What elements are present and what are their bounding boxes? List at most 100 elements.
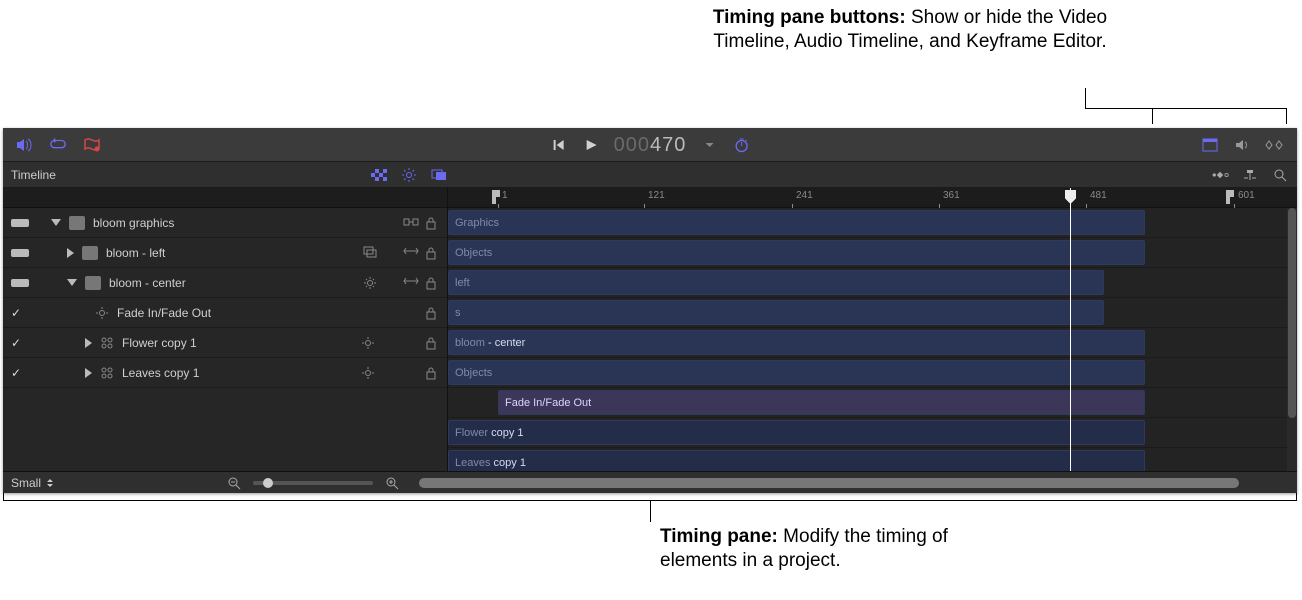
row-size-popup[interactable]: Small bbox=[11, 476, 55, 490]
annotation-top-title: Timing pane buttons: bbox=[713, 7, 906, 28]
gear-icon[interactable] bbox=[400, 166, 418, 184]
visibility-check-icon[interactable]: ✓ bbox=[11, 336, 25, 350]
range-start-marker[interactable] bbox=[492, 190, 500, 204]
play-icon[interactable] bbox=[582, 136, 600, 154]
keyframe-editor-icon[interactable] bbox=[1265, 136, 1283, 154]
keyframe-nav-icon[interactable] bbox=[1211, 166, 1229, 184]
track-row[interactable]: Objects bbox=[448, 238, 1287, 268]
layer-row-group[interactable]: bloom graphics bbox=[3, 208, 447, 238]
track-row[interactable]: Graphics bbox=[448, 208, 1287, 238]
visibility-toggle[interactable] bbox=[11, 249, 29, 257]
zoom-in-icon[interactable] bbox=[383, 474, 401, 492]
clip[interactable]: Leaves copy 1 bbox=[448, 450, 1145, 471]
timeline-tracks-area[interactable]: 1 121 241 361 481 601 Graphics Objects l… bbox=[448, 188, 1297, 471]
disclosure-triangle-icon[interactable] bbox=[67, 248, 74, 258]
mask-icon[interactable] bbox=[430, 166, 448, 184]
video-timeline-icon[interactable] bbox=[1201, 136, 1219, 154]
ruler-tick: 241 bbox=[796, 190, 813, 201]
track-row[interactable]: left bbox=[448, 268, 1287, 298]
layer-row-object[interactable]: ✓ Leaves copy 1 bbox=[3, 358, 447, 388]
lock-icon[interactable] bbox=[425, 306, 439, 320]
clip-behavior[interactable]: Fade In/Fade Out bbox=[498, 390, 1145, 415]
link-icon[interactable] bbox=[403, 216, 417, 230]
track-row[interactable]: Objects bbox=[448, 358, 1287, 388]
clip[interactable]: Objects bbox=[448, 240, 1145, 265]
toolbar-center: 000470 bbox=[550, 132, 751, 157]
zoom-out-icon[interactable] bbox=[225, 474, 243, 492]
clip[interactable]: bloom - center bbox=[448, 330, 1145, 355]
clip[interactable]: left bbox=[448, 270, 1104, 295]
group-icon bbox=[69, 216, 85, 230]
timecode-value: 470 bbox=[650, 134, 686, 156]
lock-icon[interactable] bbox=[425, 246, 439, 260]
clip-label: Objects bbox=[455, 367, 492, 379]
track-row[interactable]: s bbox=[448, 298, 1287, 328]
ruler-tick: 601 bbox=[1238, 190, 1255, 201]
ruler-tick: 1 bbox=[502, 190, 508, 201]
toolbar-left bbox=[3, 136, 101, 154]
timing-pane-buttons bbox=[1201, 136, 1297, 154]
disclosure-triangle-icon[interactable] bbox=[67, 279, 77, 286]
visibility-check-icon[interactable]: ✓ bbox=[11, 366, 25, 380]
audio-icon[interactable] bbox=[15, 136, 33, 154]
visibility-check-icon[interactable]: ✓ bbox=[11, 306, 25, 320]
clip[interactable]: Objects bbox=[448, 360, 1145, 385]
gear-icon[interactable] bbox=[361, 366, 375, 380]
layer-row-group[interactable]: bloom - center bbox=[3, 268, 447, 298]
zoom-slider[interactable] bbox=[253, 481, 373, 485]
visibility-toggle[interactable] bbox=[11, 219, 29, 227]
clip-label: copy 1 bbox=[491, 427, 523, 439]
slider-knob[interactable] bbox=[263, 478, 273, 488]
layer-row-behavior[interactable]: ✓ Fade In/Fade Out bbox=[3, 298, 447, 328]
clip-label: left bbox=[455, 277, 470, 289]
stack-icon[interactable] bbox=[363, 246, 377, 260]
layer-name: Leaves copy 1 bbox=[122, 366, 199, 380]
layer-name: bloom graphics bbox=[93, 216, 174, 230]
clip-label: Objects bbox=[455, 247, 492, 259]
gear-icon[interactable] bbox=[361, 336, 375, 350]
loop-icon[interactable] bbox=[49, 136, 67, 154]
playhead[interactable] bbox=[1070, 188, 1071, 471]
track-row[interactable]: bloom - center bbox=[448, 328, 1287, 358]
gear-icon[interactable] bbox=[363, 276, 377, 290]
layer-row-object[interactable]: ✓ Flower copy 1 bbox=[3, 328, 447, 358]
lock-icon[interactable] bbox=[425, 216, 439, 230]
timecode-display[interactable]: 000470 bbox=[614, 132, 687, 157]
disclosure-triangle-icon[interactable] bbox=[85, 368, 92, 378]
ruler-tick: 361 bbox=[943, 190, 960, 201]
scrollbar-thumb[interactable] bbox=[419, 478, 1239, 488]
disclosure-triangle-icon[interactable] bbox=[51, 219, 61, 226]
clip[interactable]: Flower copy 1 bbox=[448, 420, 1145, 445]
mask-layer-icon[interactable] bbox=[403, 276, 417, 290]
go-to-start-icon[interactable] bbox=[550, 136, 568, 154]
visibility-toggle[interactable] bbox=[11, 279, 29, 287]
vertical-scrollbar[interactable] bbox=[1287, 208, 1297, 471]
scrollbar-thumb[interactable] bbox=[1288, 208, 1296, 418]
mask-layer-icon[interactable] bbox=[403, 246, 417, 260]
lock-icon[interactable] bbox=[425, 366, 439, 380]
zoom-icon[interactable] bbox=[1271, 166, 1289, 184]
horizontal-scrollbar[interactable] bbox=[419, 478, 1239, 488]
callout-line bbox=[1296, 493, 1297, 501]
lock-icon[interactable] bbox=[425, 336, 439, 350]
record-icon[interactable] bbox=[83, 136, 101, 154]
track-row[interactable]: Flower copy 1 bbox=[448, 418, 1287, 448]
timeline-ruler[interactable]: 1 121 241 361 481 601 bbox=[448, 188, 1297, 208]
range-end-marker[interactable] bbox=[1226, 190, 1234, 204]
chevron-down-icon[interactable] bbox=[700, 136, 718, 154]
header-right-icons bbox=[1211, 166, 1289, 184]
callout-line bbox=[1152, 108, 1153, 124]
clip[interactable]: Graphics bbox=[448, 210, 1145, 235]
checker-icon[interactable] bbox=[370, 166, 388, 184]
snap-icon[interactable] bbox=[1241, 166, 1259, 184]
clip[interactable]: s bbox=[448, 300, 1104, 325]
annotation-bottom: Timing pane: Modify the timing of elemen… bbox=[660, 525, 1020, 573]
stopwatch-icon[interactable] bbox=[732, 136, 750, 154]
lock-icon[interactable] bbox=[425, 276, 439, 290]
audio-timeline-icon[interactable] bbox=[1233, 136, 1251, 154]
ruler-tick: 121 bbox=[648, 190, 665, 201]
track-row[interactable]: Leaves copy 1 bbox=[448, 448, 1287, 471]
track-row[interactable]: Fade In/Fade Out bbox=[448, 388, 1287, 418]
layer-row-group[interactable]: bloom - left bbox=[3, 238, 447, 268]
disclosure-triangle-icon[interactable] bbox=[85, 338, 92, 348]
